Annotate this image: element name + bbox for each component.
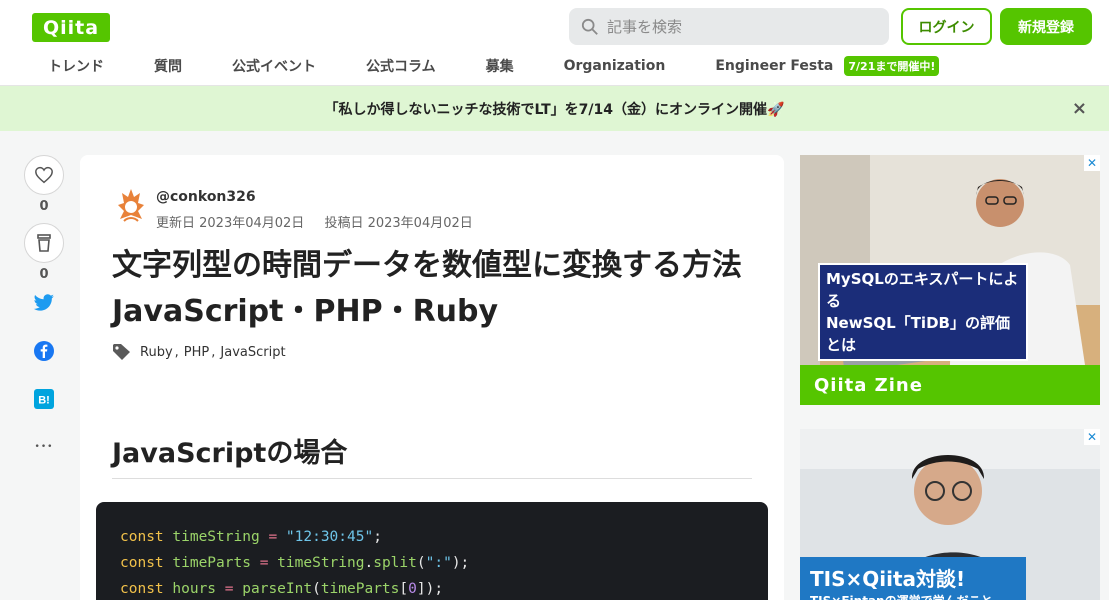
author-name[interactable]: @conkon326 <box>156 189 256 205</box>
social-actions: 0 0 B! ••• <box>24 155 64 483</box>
svg-text:B!: B! <box>38 395 50 407</box>
like-button[interactable] <box>24 155 64 195</box>
twitter-share[interactable] <box>24 291 64 315</box>
ad-2-caption: TIS×Qiita対談! TIS×Fintanの運営で学んだこと <box>800 557 1026 600</box>
stock-button[interactable] <box>24 223 64 263</box>
code-block[interactable]: const timeString = "12:30:45"; const tim… <box>96 502 768 600</box>
hatena-share[interactable]: B! <box>24 387 64 411</box>
stock-icon <box>37 234 51 252</box>
updated-date: 更新日 2023年04月02日 <box>156 216 305 231</box>
tag-list: Ruby, PHP, JavaScript <box>112 343 286 361</box>
site-header: Qiita ログイン 新規登録 トレンド 質問 公式イベント 公式コラム 募集 … <box>0 0 1109 86</box>
nav-item-questions[interactable]: 質問 <box>154 56 182 76</box>
login-button[interactable]: ログイン <box>901 8 992 45</box>
event-banner[interactable]: 「私しか得しないニッチな技術でLT」を7/14（金）にオンライン開催🚀 × <box>0 86 1109 131</box>
nav-item-trend[interactable]: トレンド <box>48 56 104 76</box>
facebook-icon <box>34 341 54 361</box>
code-line-2: const timeParts = timeString.split(":"); <box>120 555 470 571</box>
search-box[interactable] <box>569 8 889 45</box>
nav-item-engineer-festa[interactable]: Engineer Festa <box>715 58 833 74</box>
section-heading: JavaScriptの場合 <box>112 431 752 479</box>
more-icon: ••• <box>34 442 54 452</box>
article-title: 文字列型の時間データを数値型に変換する方法 JavaScript・PHP・Rub… <box>112 248 742 329</box>
qiita-logo[interactable]: Qiita <box>32 13 110 42</box>
sidebar-ad-2[interactable]: TIS×Qiita対談! TIS×Fintanの運営で学んだこと ✕ <box>800 429 1100 600</box>
twitter-icon <box>33 294 54 311</box>
close-icon[interactable]: × <box>1072 98 1087 119</box>
like-count: 0 <box>39 199 49 214</box>
facebook-share[interactable] <box>24 339 64 363</box>
posted-date: 投稿日 2023年04月02日 <box>324 216 473 231</box>
article-card: @conkon326 更新日 2023年04月02日 投稿日 2023年04月0… <box>80 155 784 600</box>
sidebar-ad-1[interactable]: MySQLのエキスパートによる NewSQL「TiDB」の評価とは Qiita … <box>800 155 1100 405</box>
stock-count: 0 <box>39 267 49 282</box>
tag-javascript[interactable]: JavaScript <box>220 345 285 360</box>
nav-item-organization[interactable]: Organization <box>564 58 666 74</box>
ad-1-caption: MySQLのエキスパートによる NewSQL「TiDB」の評価とは <box>818 263 1028 361</box>
search-icon <box>581 18 598 35</box>
code-line-1: const timeString = "12:30:45"; <box>120 529 382 545</box>
code-line-3: const hours = parseInt(timeParts[0]); <box>120 581 444 597</box>
festa-badge: 7/21まで開催中! <box>844 56 940 76</box>
tag-ruby[interactable]: Ruby <box>140 345 173 360</box>
heart-icon <box>35 166 53 184</box>
tag-php[interactable]: PHP <box>184 345 209 360</box>
ad-close-icon[interactable]: ✕ <box>1084 429 1100 445</box>
nav-item-official-events[interactable]: 公式イベント <box>232 56 316 76</box>
banner-text[interactable]: 「私しか得しないニッチな技術でLT」を7/14（金）にオンライン開催🚀 <box>325 99 785 119</box>
nav-item-official-columns[interactable]: 公式コラム <box>366 56 436 76</box>
main-nav: トレンド 質問 公式イベント 公式コラム 募集 Organization Eng… <box>32 54 940 78</box>
ad-1-brand: Qiita Zine <box>800 365 1100 405</box>
article-dates: 更新日 2023年04月02日 投稿日 2023年04月02日 <box>156 212 489 231</box>
ad-close-icon[interactable]: ✕ <box>1084 155 1100 171</box>
author-avatar[interactable] <box>114 187 148 223</box>
nav-item-recruit[interactable]: 募集 <box>486 56 514 76</box>
hatena-bookmark-icon: B! <box>34 389 54 409</box>
signup-button[interactable]: 新規登録 <box>1000 8 1092 45</box>
more-button[interactable]: ••• <box>24 435 64 459</box>
tag-icon <box>113 344 130 360</box>
search-input[interactable] <box>607 17 867 36</box>
